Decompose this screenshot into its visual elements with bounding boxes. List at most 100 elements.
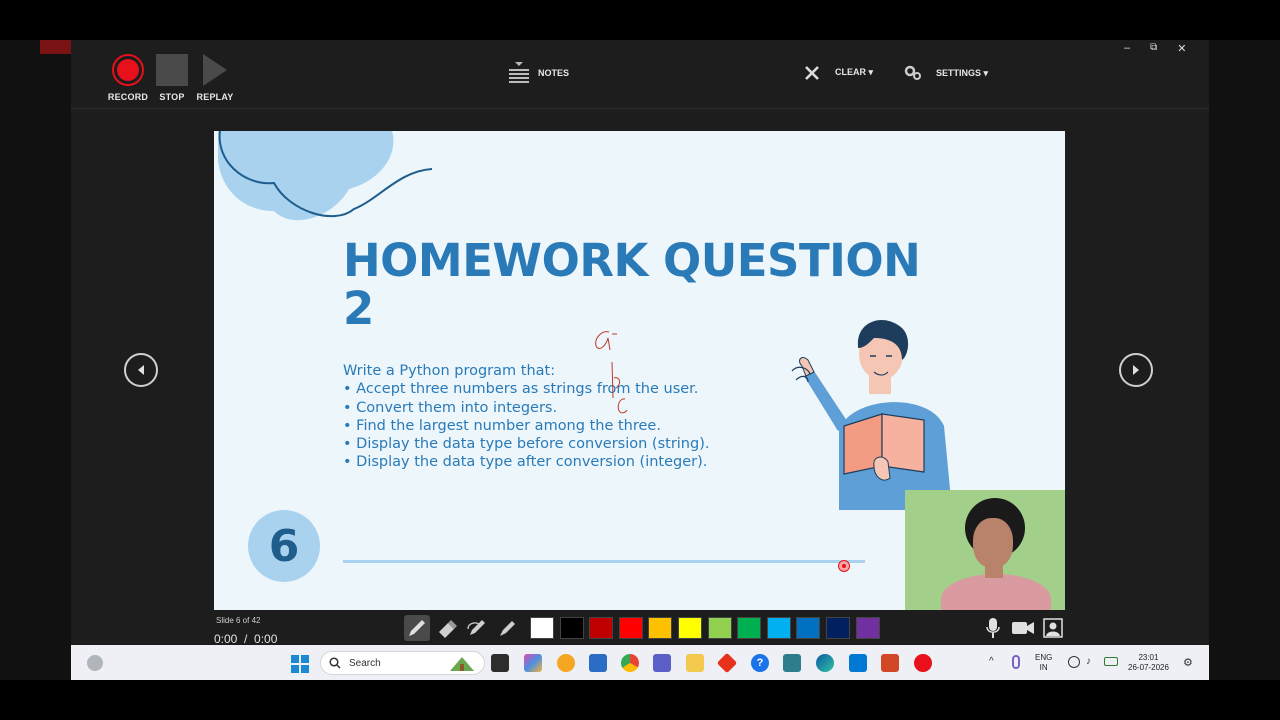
chrome-icon[interactable] — [621, 654, 639, 672]
app-diamond-icon[interactable] — [716, 652, 738, 674]
camera-preview-toggle-button[interactable] — [1043, 618, 1063, 643]
close-window-button[interactable]: ✕ — [1177, 42, 1186, 56]
color-swatch[interactable] — [737, 617, 762, 639]
question-text-block: Write a Python program that: • Accept th… — [343, 362, 709, 472]
eraser-tool-button[interactable] — [434, 615, 460, 641]
lasso-pen-icon — [467, 620, 485, 635]
slide-number-badge: 6 — [248, 510, 320, 582]
bullet-item: • Display the data type after conversion… — [343, 454, 708, 471]
ink-color-palette — [530, 617, 880, 639]
task-view-icon[interactable] — [491, 654, 509, 672]
search-placeholder: Search — [349, 657, 381, 669]
playback-time: 0:00 / 0:00 — [214, 632, 278, 646]
next-slide-button[interactable] — [1119, 353, 1153, 387]
weather-widget-icon[interactable] — [87, 655, 103, 671]
record-icon — [112, 54, 144, 86]
settings-icon — [904, 65, 921, 80]
restore-button[interactable]: ⧉ — [1150, 42, 1157, 56]
left-background — [0, 40, 71, 680]
decorative-blob — [218, 131, 433, 221]
color-swatch[interactable] — [825, 617, 850, 639]
clock-date: 26-07-2026 — [1128, 663, 1169, 672]
record-button[interactable]: RECORD — [108, 54, 148, 102]
notes-button[interactable]: NOTES — [508, 61, 569, 85]
record-label: RECORD — [107, 92, 149, 102]
notes-label: NOTES — [538, 68, 570, 78]
volume-icon[interactable]: ♪ — [1086, 656, 1091, 667]
language-line-1: ENG — [1035, 653, 1053, 662]
color-swatch[interactable] — [855, 617, 880, 639]
color-swatch[interactable] — [589, 617, 614, 639]
network-app-icon[interactable] — [783, 654, 801, 672]
settings-dropdown[interactable]: SETTINGS ▾ — [904, 65, 988, 81]
settings-label: SETTINGS ▾ — [936, 67, 989, 78]
stop-icon — [156, 54, 188, 86]
file-explorer-icon[interactable] — [686, 654, 704, 672]
clock-time: 23:01 — [1138, 653, 1159, 662]
arrow-right-icon — [1133, 365, 1139, 375]
globe-icon[interactable] — [1068, 656, 1080, 668]
chevron-up-icon[interactable]: ^ — [989, 656, 994, 667]
red-edge-glow — [40, 40, 71, 54]
clear-dropdown[interactable]: CLEAR ▾ — [835, 67, 873, 78]
color-swatch[interactable] — [796, 617, 821, 639]
webcam-preview — [905, 490, 1065, 610]
teams-icon[interactable] — [653, 654, 671, 672]
slide-canvas: HOMEWORK QUESTION 2 Write a Python progr… — [214, 131, 1065, 610]
color-swatch[interactable] — [559, 617, 584, 639]
stop-label: STOP — [159, 92, 185, 102]
color-swatch[interactable] — [618, 617, 643, 639]
color-swatch[interactable] — [766, 617, 791, 639]
pen-icon — [409, 620, 425, 636]
bullet-item: • Accept three numbers as strings from t… — [343, 381, 699, 398]
pen-tool-button[interactable] — [404, 615, 430, 641]
toolbar-divider — [71, 108, 1209, 109]
arrow-left-icon — [138, 365, 144, 375]
slide-number: 6 — [268, 520, 300, 572]
right-background — [1209, 40, 1280, 680]
sun-app-icon[interactable] — [557, 654, 575, 672]
person-frame-icon — [1043, 618, 1063, 638]
highlighter-icon — [500, 621, 515, 636]
edge-icon[interactable] — [816, 654, 834, 672]
color-swatch[interactable] — [530, 617, 554, 639]
ink-annotation — [595, 331, 628, 414]
taskbar-search-box[interactable]: Search — [320, 651, 485, 675]
replay-button[interactable]: REPLAY — [195, 54, 235, 102]
bullet-item: • Display the data type before conversio… — [343, 436, 710, 453]
play-icon — [203, 54, 227, 86]
previous-slide-button[interactable] — [124, 353, 158, 387]
clear-label: CLEAR ▾ — [835, 67, 874, 77]
help-icon[interactable]: ? — [751, 654, 769, 672]
microphone-tray-icon[interactable] — [1012, 655, 1020, 669]
search-highlight-icon — [450, 657, 474, 671]
windows-logo-icon — [291, 655, 309, 673]
slide-title-line-1: HOMEWORK QUESTION — [343, 234, 921, 287]
clock[interactable]: 23:01 26-07-2026 — [1128, 653, 1169, 673]
color-swatch[interactable] — [648, 617, 673, 639]
start-button[interactable] — [291, 655, 309, 678]
minimize-button[interactable]: – — [1124, 42, 1130, 56]
reading-person-illustration — [791, 319, 952, 510]
color-swatch[interactable] — [677, 617, 702, 639]
language-indicator[interactable]: ENG IN — [1035, 653, 1052, 673]
highlighter-tool-button[interactable] — [494, 615, 520, 641]
clear-x-icon[interactable] — [804, 65, 820, 86]
lasso-tool-button[interactable] — [464, 615, 490, 641]
camera-button[interactable] — [1011, 619, 1035, 642]
bullet-item: • Convert them into integers. — [343, 399, 558, 416]
copilot-icon[interactable] — [524, 654, 542, 672]
vscode-icon[interactable] — [849, 654, 867, 672]
stop-button[interactable]: STOP — [152, 54, 192, 102]
color-swatch[interactable] — [707, 617, 732, 639]
recorder-app-icon[interactable] — [914, 654, 932, 672]
slide-title-line-2: 2 — [343, 282, 374, 335]
laser-pointer-dot — [838, 560, 850, 572]
microphone-button[interactable] — [985, 617, 1001, 644]
battery-icon[interactable] — [1104, 657, 1118, 666]
notification-bell-icon[interactable]: ⚙ — [1183, 656, 1193, 669]
eraser-icon — [439, 620, 457, 638]
replay-label: REPLAY — [196, 92, 234, 102]
store-icon[interactable] — [589, 654, 607, 672]
powerpoint-icon[interactable] — [881, 654, 899, 672]
